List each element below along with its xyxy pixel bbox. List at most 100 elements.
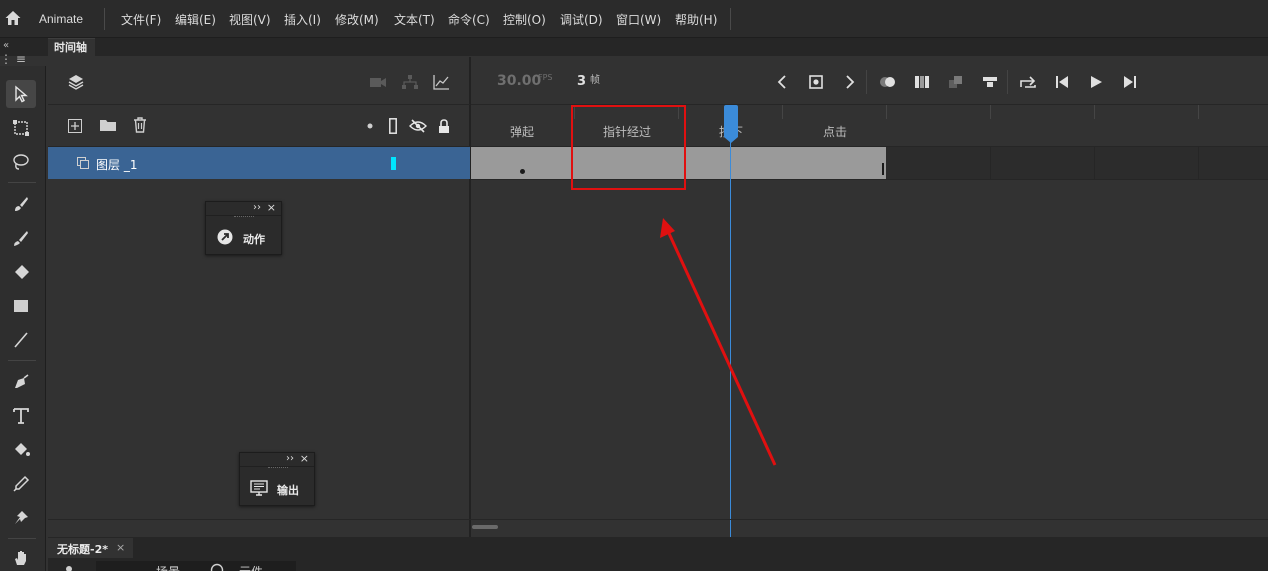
brush-icon[interactable]: [6, 224, 36, 252]
previous-icon[interactable]: [772, 72, 792, 92]
play-icon[interactable]: [1086, 72, 1106, 92]
edit-multiple-icon[interactable]: [946, 72, 966, 92]
output-icon: [250, 480, 268, 496]
tab-timeline[interactable]: 时间轴: [48, 38, 95, 56]
keyframe-icon[interactable]: [806, 72, 826, 92]
close-icon[interactable]: ×: [116, 541, 125, 554]
fps-unit: FPS: [538, 73, 553, 82]
trash-icon[interactable]: [130, 116, 150, 134]
close-icon[interactable]: ×: [300, 452, 309, 465]
outline-icon[interactable]: [386, 116, 400, 136]
ruler-tick: [1198, 105, 1199, 119]
actions-label: 动作: [243, 233, 265, 246]
menu-window[interactable]: 窗口(W): [616, 11, 661, 28]
timeline-scroll-bar: [48, 519, 1268, 537]
dot-icon[interactable]: [364, 120, 376, 132]
frame-unit: 帧: [590, 75, 600, 86]
menu-insert[interactable]: 插入(I): [284, 11, 321, 28]
menu-commands[interactable]: 命令(C): [448, 11, 490, 28]
tool-divider: [8, 538, 36, 539]
ruler-tick: [990, 105, 991, 119]
output-label: 输出: [277, 484, 299, 497]
menu-text[interactable]: 文本(T): [394, 11, 435, 28]
layer-hierarchy-icon[interactable]: [400, 72, 420, 92]
menu-bar: Animate 文件(F) 编辑(E) 视图(V) 插入(I) 修改(M) 文本…: [0, 0, 1268, 38]
expand-icon[interactable]: ››: [253, 202, 261, 213]
frame-strip-icon[interactable]: [912, 72, 932, 92]
camera-icon[interactable]: [368, 72, 388, 92]
step-back-icon[interactable]: [1052, 72, 1072, 92]
onion-skin-icon[interactable]: [878, 72, 898, 92]
line-tool-icon[interactable]: [6, 326, 36, 354]
frame-span-end: [882, 163, 884, 175]
selection-tool-icon[interactable]: [6, 80, 36, 108]
menu-help[interactable]: 帮助(H): [675, 11, 717, 28]
drag-handle[interactable]: [268, 467, 288, 469]
layer-row[interactable]: 图层 _1: [48, 147, 470, 179]
symbol-label[interactable]: 元件: [239, 563, 263, 571]
home-icon[interactable]: [4, 9, 22, 27]
pin-icon[interactable]: [6, 504, 36, 532]
layer-type-icon: [77, 157, 89, 169]
back-arrow-icon[interactable]: [64, 564, 74, 571]
document-title[interactable]: 无标题-2*: [57, 541, 108, 557]
current-frame[interactable]: 3: [577, 74, 586, 89]
layer-color-swatch[interactable]: [391, 157, 396, 170]
app-name[interactable]: Animate: [39, 12, 83, 26]
eraser-icon[interactable]: [6, 258, 36, 286]
panel-header: ›› ×: [240, 452, 314, 467]
timeline-area: 30.00 FPS 3 帧 弹起 指针经过 点击: [471, 57, 1268, 537]
menu-modify[interactable]: 修改(M): [335, 11, 379, 28]
scrollbar-thumb[interactable]: [472, 525, 498, 529]
eyedropper-icon[interactable]: [6, 470, 36, 498]
menu-divider: [730, 8, 731, 30]
actions-icon: [217, 229, 233, 245]
menu-control[interactable]: 控制(O): [503, 11, 546, 28]
document-tab[interactable]: 无标题-2* ×: [48, 538, 133, 558]
paint-brush-icon[interactable]: [6, 190, 36, 218]
tool-divider: [8, 182, 36, 183]
drag-handle[interactable]: [234, 216, 254, 218]
center-frame-icon[interactable]: [980, 72, 1000, 92]
rectangle-tool-icon[interactable]: [6, 292, 36, 320]
new-layer-icon[interactable]: [66, 117, 84, 135]
tools-panel: [0, 66, 46, 571]
hand-tool-icon[interactable]: [6, 544, 36, 571]
playhead-handle[interactable]: [724, 105, 738, 143]
fps-value[interactable]: 30.00: [497, 73, 541, 89]
layers-toolbar: [48, 105, 470, 147]
next-icon[interactable]: [840, 72, 860, 92]
free-transform-icon[interactable]: [6, 114, 36, 142]
graph-icon[interactable]: [431, 72, 451, 92]
step-forward-icon[interactable]: [1120, 72, 1140, 92]
lock-icon[interactable]: [436, 116, 452, 136]
close-icon[interactable]: ×: [267, 201, 276, 214]
scene-label[interactable]: 场景: [156, 563, 180, 571]
collapse-icon[interactable]: «: [3, 40, 9, 51]
lasso-icon[interactable]: [6, 148, 36, 176]
scene-breadcrumb: 场景 元件: [96, 561, 296, 571]
visibility-off-icon[interactable]: [408, 116, 428, 136]
frame-label-hit: 点击: [823, 125, 848, 139]
menu-divider: [104, 8, 105, 30]
paint-bucket-icon[interactable]: [6, 436, 36, 464]
menu-debug[interactable]: 调试(D): [560, 11, 603, 28]
layer-name[interactable]: 图层 _1: [96, 156, 137, 173]
panel-header: ›› ×: [206, 201, 281, 216]
frame-divider: [990, 147, 991, 179]
output-panel[interactable]: ›› × 输出: [239, 452, 315, 506]
menu-edit[interactable]: 编辑(E): [175, 11, 216, 28]
panel-menu-icon[interactable]: ⋮ ≡: [0, 52, 26, 66]
menu-file[interactable]: 文件(F): [121, 11, 161, 28]
frame-label-up: 弹起: [510, 125, 535, 139]
text-tool-icon[interactable]: [6, 402, 36, 430]
keyframe-dot[interactable]: [520, 169, 525, 174]
loop-icon[interactable]: [1018, 72, 1038, 92]
pen-tool-icon[interactable]: [6, 368, 36, 396]
toolbar-divider: [1007, 70, 1008, 94]
menu-view[interactable]: 视图(V): [229, 11, 271, 28]
expand-icon[interactable]: ››: [286, 453, 294, 464]
layers-stack-icon[interactable]: [66, 72, 86, 92]
folder-icon[interactable]: [98, 116, 118, 134]
actions-panel[interactable]: ›› × 动作: [205, 201, 282, 255]
